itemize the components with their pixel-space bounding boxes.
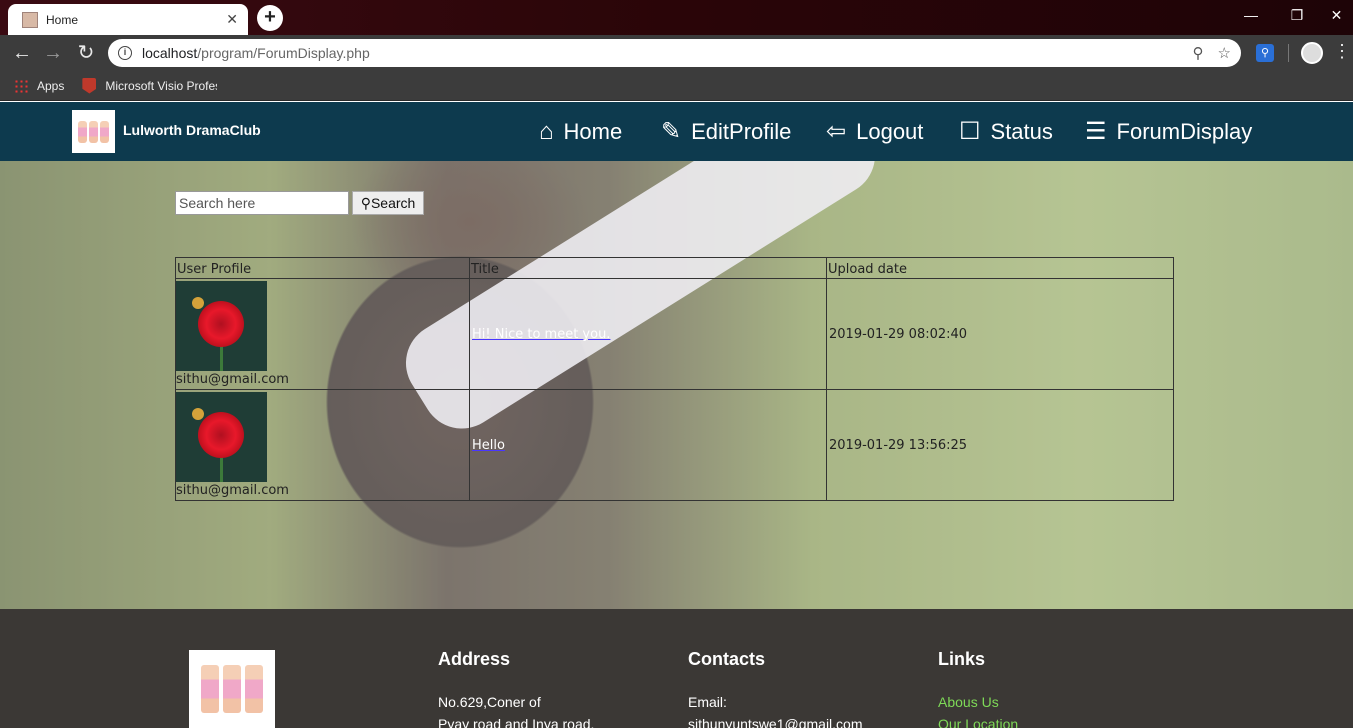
search-button-label: Search [370, 195, 416, 211]
nav-editprofile[interactable]: ✎ EditProfile [661, 102, 791, 161]
extension-icon[interactable]: ⚲ [1256, 44, 1274, 62]
footer-links: Links Abous Us Our Location [938, 649, 1018, 728]
search-button[interactable]: ⚲ Search [352, 191, 424, 215]
title-cell: Hello [469, 389, 827, 501]
user-profile-cell: sithu@gmail.com [175, 278, 470, 390]
apps-grid-icon [14, 78, 28, 93]
visio-icon [82, 77, 97, 94]
links-heading: Links [938, 649, 986, 669]
favicon-icon [22, 11, 38, 28]
search-input[interactable] [175, 191, 349, 215]
nav-status[interactable]: ☐ Status [959, 102, 1053, 161]
menu-icon: ☰ [1085, 118, 1107, 145]
site-header: Lulworth DramaClub ⌂ Home ✎ EditProfile … [0, 102, 1353, 161]
bookmark-label: Microsoft Visio Professi [105, 78, 217, 93]
url-host: localhost [142, 45, 198, 61]
footer-link-about[interactable]: Abous Us [938, 691, 1018, 713]
user-email: sithu@gmail.com [176, 482, 289, 498]
bookmark-visio[interactable]: Microsoft Visio Professi [82, 77, 217, 94]
post-title-link[interactable]: Hello [470, 438, 505, 453]
post-title-link[interactable]: Hi! Nice to meet you. [470, 327, 610, 342]
site-info-icon[interactable]: i [118, 46, 132, 60]
minimize-icon[interactable]: — [1228, 0, 1274, 30]
forum-table: User Profile Title Upload date sithu@gma… [175, 257, 1174, 501]
bookmarks-bar: Apps Microsoft Visio Professi [0, 71, 1353, 101]
address-line: No.629,Coner of [438, 694, 541, 710]
tab-title: Home [46, 12, 79, 27]
upload-date: 2019-01-29 13:56:25 [829, 437, 968, 453]
contact-email: sithunyuntswe1@gmail.com [688, 716, 863, 728]
column-header: Upload date [826, 257, 1174, 279]
profile-picture [176, 391, 267, 482]
search-icon: ⚲ [360, 194, 371, 211]
upload-date: 2019-01-29 08:02:40 [829, 326, 968, 342]
nav-forumdisplay[interactable]: ☰ ForumDisplay [1085, 102, 1252, 161]
user-profile-cell: sithu@gmail.com [175, 389, 470, 501]
toolbar-divider [1288, 44, 1289, 62]
profile-picture [176, 280, 267, 371]
nav-label: Logout [856, 118, 924, 144]
restore-icon[interactable]: ❐ [1274, 0, 1320, 30]
nav-label: Home [563, 118, 623, 144]
column-header: Title [469, 257, 827, 279]
web-page: Lulworth DramaClub ⌂ Home ✎ EditProfile … [0, 102, 1353, 728]
user-email: sithu@gmail.com [176, 371, 289, 387]
date-cell: 2019-01-29 13:56:25 [826, 389, 1174, 501]
forward-icon[interactable]: → [40, 40, 66, 66]
browser-tab[interactable]: Home ✕ [8, 4, 248, 35]
table-header-row: User Profile Title Upload date [175, 257, 1174, 279]
title-cell: Hi! Nice to meet you. [469, 278, 827, 390]
site-logo[interactable] [72, 110, 115, 153]
table-row: sithu@gmail.com Hi! Nice to meet you. 20… [175, 278, 1174, 390]
column-header: User Profile [175, 257, 470, 279]
nav-label: ForumDisplay [1116, 118, 1253, 144]
zoom-icon[interactable]: ⚲ [1193, 44, 1204, 62]
footer-contacts: Contacts Email: sithunyuntswe1@gmail.com [688, 649, 863, 728]
table-row: sithu@gmail.com Hello 2019-01-29 13:56:2… [175, 389, 1174, 501]
browser-menu-icon[interactable]: ⋮ [1333, 41, 1351, 62]
address-heading: Address [438, 649, 511, 669]
site-brand[interactable]: Lulworth DramaClub [123, 122, 261, 138]
browser-toolbar: ← → ↻ i localhost /program/ForumDisplay.… [0, 35, 1353, 71]
date-cell: 2019-01-29 08:02:40 [826, 278, 1174, 390]
star-icon[interactable]: ☆ [1218, 44, 1231, 62]
home-icon: ⌂ [539, 117, 554, 145]
contact-line: Email: [688, 694, 727, 710]
reload-icon[interactable]: ↻ [73, 40, 99, 66]
nav-home[interactable]: ⌂ Home [539, 102, 622, 161]
pencil-icon: ✎ [661, 118, 682, 145]
bookmark-apps[interactable]: Apps [14, 78, 65, 93]
footer-logo [189, 650, 275, 728]
back-icon[interactable]: ← [9, 40, 35, 66]
nav-logout[interactable]: ⇦ Logout [826, 102, 923, 161]
nav-label: EditProfile [691, 118, 792, 144]
site-footer: Address No.629,Coner of Pyay road and In… [0, 609, 1353, 728]
url-path: /program/ForumDisplay.php [197, 45, 370, 61]
profile-avatar[interactable] [1301, 42, 1323, 64]
address-bar[interactable]: i localhost /program/ForumDisplay.php ⚲ … [108, 39, 1241, 67]
footer-address: Address No.629,Coner of Pyay road and In… [438, 649, 594, 728]
new-tab-button[interactable]: + [257, 5, 283, 31]
close-window-icon[interactable]: ✕ [1320, 0, 1353, 30]
tab-close-icon[interactable]: ✕ [226, 11, 238, 28]
contacts-heading: Contacts [688, 649, 766, 669]
logout-icon: ⇦ [826, 118, 847, 145]
nav-label: Status [990, 118, 1053, 144]
bookmark-label: Apps [37, 78, 65, 93]
browser-tab-bar: Home ✕ + — ❐ ✕ [0, 0, 1353, 35]
chat-icon: ☐ [959, 118, 981, 145]
footer-link-location[interactable]: Our Location [938, 713, 1018, 728]
address-line: Pyay road and Inya road, [438, 716, 595, 728]
